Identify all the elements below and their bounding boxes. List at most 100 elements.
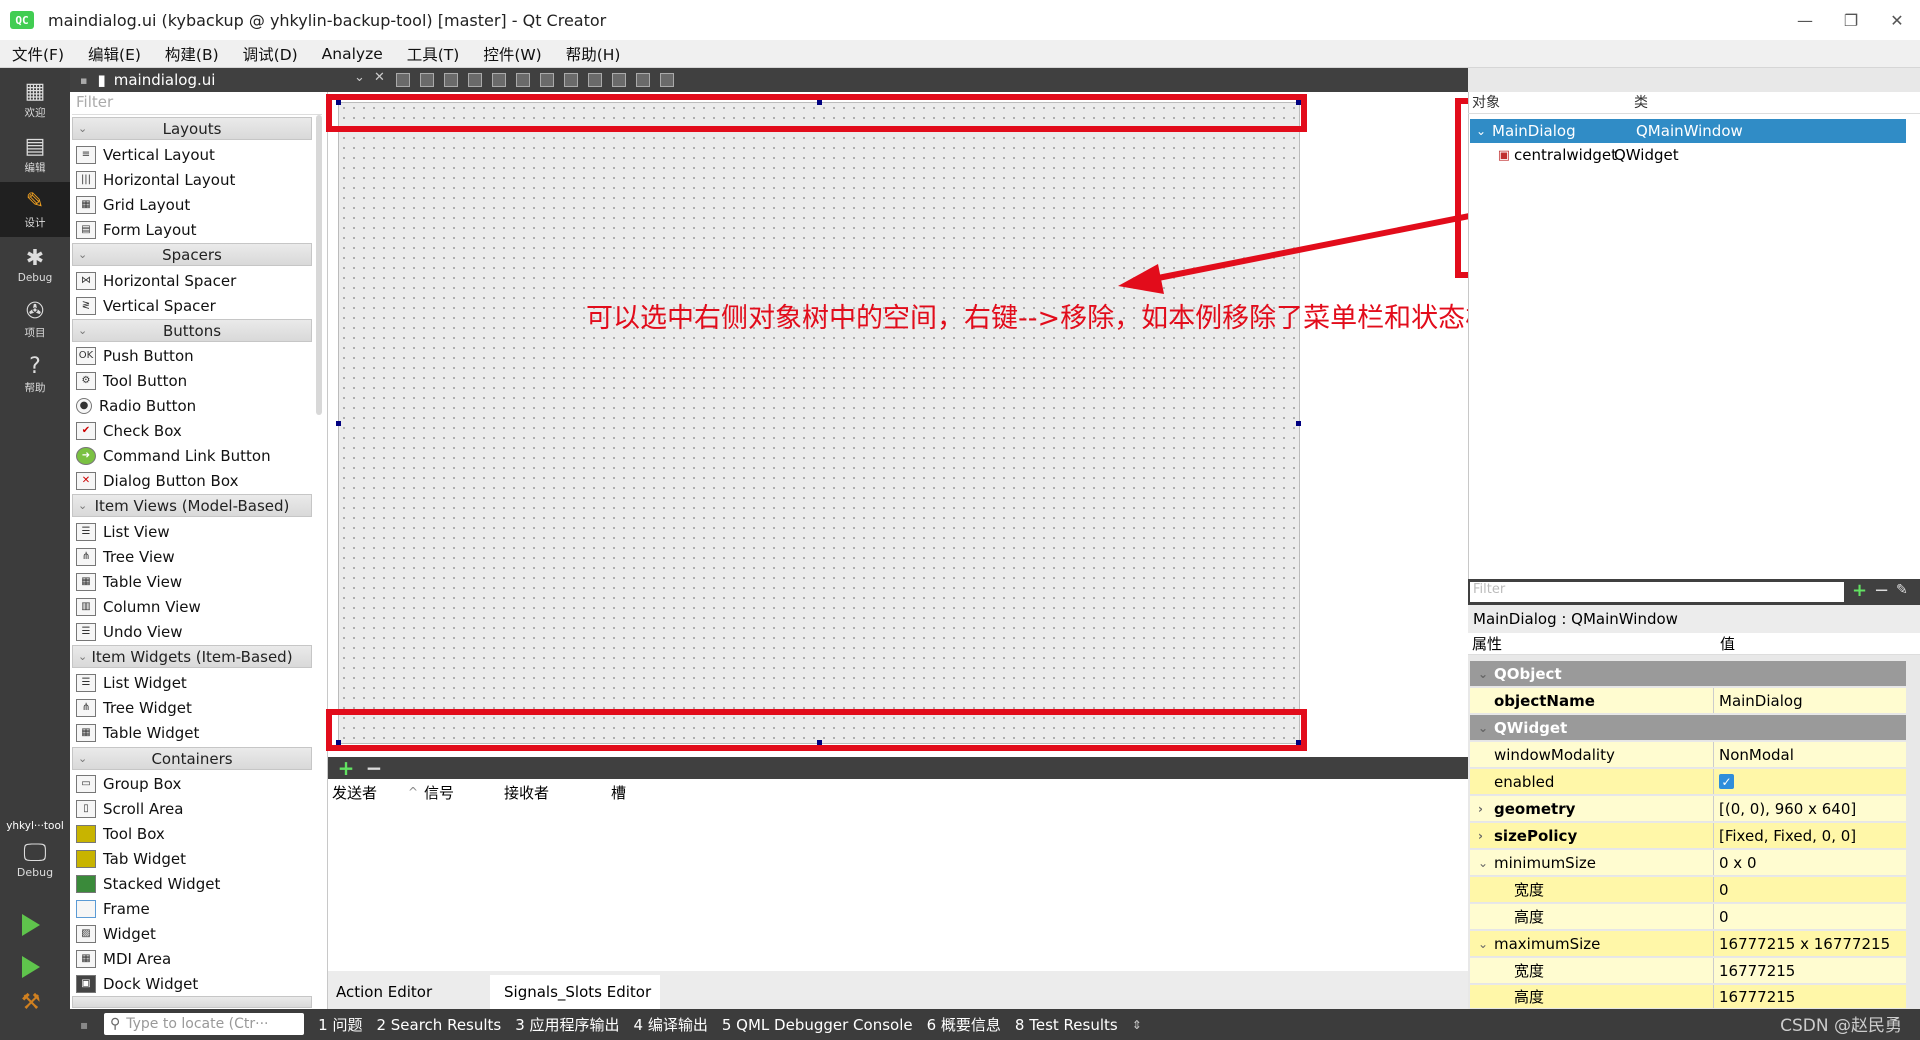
remove-property-icon[interactable]: − — [1874, 580, 1889, 601]
tree-item-maindialog[interactable]: ⌄ MainDialog QMainWindow — [1470, 119, 1906, 143]
widget-item[interactable]: ▣ Dock Widget — [76, 971, 198, 996]
edit-signals-icon[interactable] — [420, 73, 434, 87]
mode-projects[interactable]: ✇ 项目 — [0, 292, 70, 347]
widget-box-scrollbar[interactable] — [316, 115, 322, 415]
property-row-min-height[interactable]: 高度 0 — [1470, 904, 1906, 930]
widget-item[interactable]: ☰ Undo View — [76, 619, 183, 644]
widget-item[interactable]: ▦ Table Widget — [76, 720, 199, 745]
layout-split-h-icon[interactable] — [540, 73, 554, 87]
widget-item[interactable]: ⋈ Horizontal Spacer — [76, 268, 236, 293]
close-button[interactable]: ✕ — [1874, 0, 1920, 40]
tab-signals-slots-editor[interactable]: Signals_Slots Editor — [490, 975, 660, 1009]
layout-split-v-icon[interactable] — [564, 73, 578, 87]
widget-item[interactable]: ✔ Check Box — [76, 418, 182, 443]
menu-edit[interactable]: 编辑(E) — [76, 43, 153, 65]
output-qml-debugger[interactable]: 5 QML Debugger Console — [722, 1016, 913, 1034]
mode-debug[interactable]: ✱ Debug — [0, 237, 70, 292]
widget-item[interactable]: OK Push Button — [76, 343, 194, 368]
widget-item[interactable]: Tab Widget — [76, 846, 186, 871]
category-item-widgets[interactable]: ⌄ Item Widgets (Item-Based) — [72, 645, 312, 668]
tab-action-editor[interactable]: Action Editor — [328, 975, 490, 1009]
widget-item[interactable]: Frame — [76, 896, 150, 921]
layout-grid-icon[interactable] — [612, 73, 626, 87]
widget-item[interactable]: ➜ Command Link Button — [76, 443, 271, 468]
widget-item[interactable]: ⋔ Tree Widget — [76, 695, 192, 720]
widget-item[interactable]: ▭ Group Box — [76, 771, 181, 796]
output-application[interactable]: 3 应用程序输出 — [515, 1014, 619, 1035]
add-connection-icon[interactable]: + — [332, 756, 360, 780]
widget-item[interactable]: ▦ Table View — [76, 569, 182, 594]
remove-connection-icon[interactable]: − — [360, 756, 388, 780]
layout-form-icon[interactable] — [588, 73, 602, 87]
widget-item[interactable]: ▦ Grid Layout — [76, 192, 190, 217]
property-row-windowmodality[interactable]: windowModality NonModal — [1470, 742, 1906, 768]
widget-item[interactable]: ≡ Vertical Layout — [76, 142, 215, 167]
property-filter-input[interactable]: Filter — [1470, 582, 1844, 602]
category-buttons[interactable]: ⌄ Buttons — [72, 319, 312, 342]
output-test-results[interactable]: 8 Test Results — [1015, 1016, 1118, 1034]
widget-filter-input[interactable]: Filter — [72, 93, 322, 115]
property-row-minimumsize[interactable]: ⌄ minimumSize 0 x 0 — [1470, 850, 1906, 876]
property-group-qobject[interactable]: ⌄ QObject — [1470, 661, 1906, 687]
configure-wrench-icon[interactable]: ✎ — [1896, 582, 1908, 598]
widget-item[interactable]: ||| Horizontal Layout — [76, 167, 235, 192]
locate-input[interactable]: ⚲ Type to locate (Ctr··· — [104, 1013, 304, 1035]
widget-item[interactable]: ⚙ Tool Button — [76, 368, 187, 393]
output-compile[interactable]: 4 编译输出 — [634, 1014, 708, 1035]
toggle-sidebar-icon[interactable]: ▪ — [80, 1018, 88, 1032]
property-group-qwidget[interactable]: ⌄ QWidget — [1470, 715, 1906, 741]
mode-design[interactable]: ✎ 设计 — [0, 182, 70, 237]
mode-edit[interactable]: ▤ 编辑 — [0, 127, 70, 182]
widget-item[interactable]: ▯ Scroll Area — [76, 796, 183, 821]
run-icon[interactable] — [22, 914, 40, 936]
restore-button[interactable]: ❐ — [1828, 0, 1874, 40]
edit-widgets-icon[interactable] — [396, 73, 410, 87]
property-row-min-width[interactable]: 宽度 0 — [1470, 877, 1906, 903]
property-row-objectname[interactable]: objectName MainDialog — [1470, 688, 1906, 714]
category-spacers[interactable]: ⌄ Spacers — [72, 243, 312, 266]
edit-buddies-icon[interactable] — [444, 73, 458, 87]
signals-slots-table[interactable] — [328, 805, 1468, 971]
mode-help[interactable]: ? 帮助 — [0, 347, 70, 402]
category-item-views[interactable]: ⌄ Item Views (Model-Based) — [72, 494, 312, 517]
category-containers[interactable]: ⌄ Containers — [72, 747, 312, 770]
menu-debug[interactable]: 调试(D) — [231, 43, 310, 65]
menu-analyze[interactable]: Analyze — [310, 45, 395, 63]
menu-widgets[interactable]: 控件(W) — [471, 43, 553, 65]
minimize-button[interactable]: — — [1782, 0, 1828, 40]
menu-help[interactable]: 帮助(H) — [554, 43, 633, 65]
kit-selector[interactable]: 🖵 Debug — [0, 838, 70, 888]
property-row-enabled[interactable]: enabled ✓ — [1470, 769, 1906, 795]
property-row-max-height[interactable]: 高度 16777215 — [1470, 985, 1906, 1009]
menu-file[interactable]: 文件(F) — [0, 43, 76, 65]
property-row-maximumsize[interactable]: ⌄ maximumSize 16777215 x 16777215 — [1470, 931, 1906, 957]
property-row-geometry[interactable]: › geometry [(0, 0), 960 x 640] — [1470, 796, 1906, 822]
break-layout-icon[interactable] — [636, 73, 650, 87]
adjust-size-icon[interactable] — [660, 73, 674, 87]
debug-run-icon[interactable] — [22, 956, 40, 978]
edit-tab-order-icon[interactable] — [468, 73, 482, 87]
close-document-icon[interactable]: ✕ — [374, 70, 385, 85]
main-dialog-form[interactable] — [336, 100, 1301, 745]
category-layouts[interactable]: ⌄ Layouts — [72, 117, 312, 140]
output-search-results[interactable]: 2 Search Results — [376, 1016, 501, 1034]
widget-item[interactable]: ✕ Dialog Button Box — [76, 468, 238, 493]
widget-item[interactable]: ☰ List View — [76, 519, 170, 544]
enabled-checkbox[interactable]: ✓ — [1719, 774, 1734, 789]
menu-build[interactable]: 构建(B) — [153, 43, 231, 65]
document-tab[interactable]: ▪ ▮ maindialog.ui — [70, 68, 328, 92]
layout-horizontal-icon[interactable] — [492, 73, 506, 87]
chevron-down-icon[interactable]: ⌄ — [354, 70, 365, 85]
output-issues[interactable]: 1 问题 — [318, 1014, 362, 1035]
mode-welcome[interactable]: ▦ 欢迎 — [0, 72, 70, 127]
widget-item[interactable]: ⋔ Tree View — [76, 544, 175, 569]
output-general[interactable]: 6 概要信息 — [927, 1014, 1001, 1035]
property-row-max-width[interactable]: 宽度 16777215 — [1470, 958, 1906, 984]
widget-item[interactable]: ▨ Widget — [76, 921, 156, 946]
more-outputs-icon[interactable]: ⇕ — [1132, 1018, 1142, 1032]
widget-item[interactable]: ● Radio Button — [76, 393, 196, 418]
widget-item[interactable]: ▦ MDI Area — [76, 946, 171, 971]
widget-item[interactable]: Stacked Widget — [76, 871, 220, 896]
widget-item[interactable]: ☰ List Widget — [76, 670, 187, 695]
tree-item-centralwidget[interactable]: ▣ centralwidget QWidget — [1470, 143, 1906, 167]
